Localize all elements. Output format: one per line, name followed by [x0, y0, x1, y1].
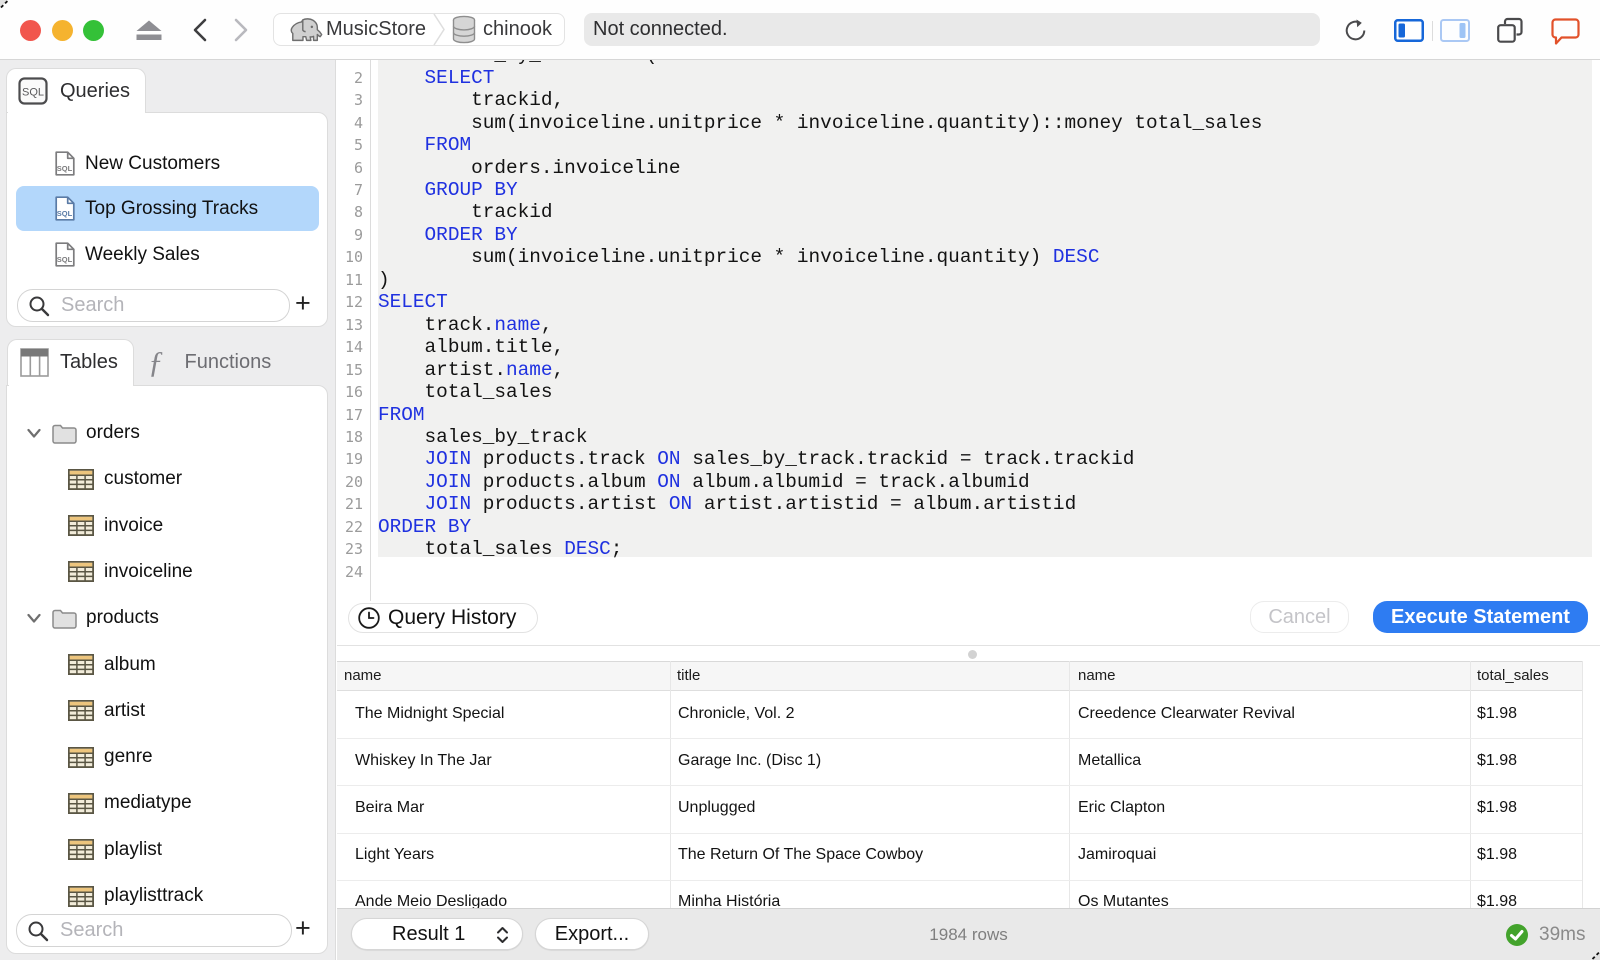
svg-text:SQL: SQL	[22, 87, 44, 99]
svg-text:SQL: SQL	[57, 164, 73, 173]
svg-text:SQL: SQL	[57, 209, 73, 218]
svg-text:SQL: SQL	[57, 255, 73, 264]
